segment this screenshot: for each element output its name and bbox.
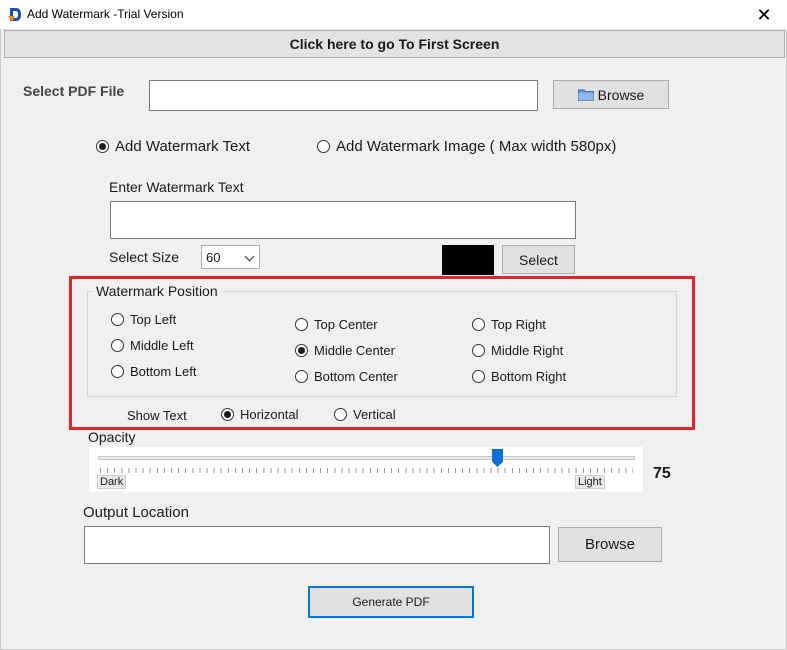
watermark-text-input[interactable] — [110, 201, 576, 239]
radio-dot — [96, 140, 109, 153]
horizontal-radio[interactable]: Horizontal — [221, 407, 299, 422]
slider-track — [98, 456, 635, 460]
radio-dot — [317, 140, 330, 153]
position-bottom-left-radio[interactable]: Bottom Left — [111, 364, 196, 379]
position-option-label: Top Center — [314, 317, 378, 332]
position-option-label: Top Left — [130, 312, 177, 327]
radio-dot — [472, 344, 485, 357]
output-browse-button[interactable]: Browse — [558, 527, 662, 562]
vertical-label: Vertical — [353, 407, 396, 422]
position-option-label: Middle Right — [491, 343, 564, 358]
color-swatch[interactable] — [442, 245, 494, 275]
radio-dot — [334, 408, 347, 421]
radio-dot — [472, 318, 485, 331]
position-bottom-right-radio[interactable]: Bottom Right — [472, 369, 566, 384]
position-middle-left-radio[interactable]: Middle Left — [111, 338, 194, 353]
position-option-label: Middle Left — [130, 338, 194, 353]
folder-icon — [577, 89, 594, 101]
position-bottom-center-radio[interactable]: Bottom Center — [295, 369, 398, 384]
dark-label: Dark — [97, 475, 127, 489]
pdf-path-input[interactable] — [149, 80, 538, 111]
pdf-browse-label: Browse — [597, 86, 645, 103]
vertical-radio[interactable]: Vertical — [334, 407, 396, 422]
main-window: Click here to go To First Screen Select … — [0, 30, 787, 650]
close-button[interactable]: ✕ — [741, 0, 787, 30]
position-option-label: Bottom Right — [491, 369, 567, 384]
slider-ticks — [100, 468, 633, 473]
watermark-position-title: Watermark Position — [93, 283, 221, 299]
chevron-down-icon — [244, 251, 255, 262]
output-location-label: Output Location — [83, 504, 189, 521]
generate-pdf-button[interactable]: Generate PDF — [308, 586, 474, 618]
size-select-value: 60 — [206, 249, 221, 265]
radio-dot — [111, 339, 124, 352]
radio-dot — [295, 370, 308, 383]
opacity-value: 75 — [653, 465, 671, 482]
select-color-button[interactable]: Select — [502, 245, 575, 274]
horizontal-label: Horizontal — [240, 407, 299, 422]
radio-dot — [111, 313, 124, 326]
radio-dot — [111, 365, 124, 378]
position-option-label: Top Right — [491, 317, 546, 332]
position-option-label: Middle Center — [314, 343, 395, 358]
title-bar: Add Watermark -Trial Version ✕ — [0, 0, 787, 30]
show-text-label: Show Text — [127, 408, 187, 423]
add-watermark-image-label: Add Watermark Image ( Max width 580px) — [336, 138, 617, 155]
app-logo-icon — [8, 8, 21, 22]
close-icon: ✕ — [756, 4, 772, 25]
radio-dot — [295, 318, 308, 331]
window-title: Add Watermark -Trial Version — [27, 7, 184, 21]
opacity-label: Opacity — [88, 429, 136, 445]
position-top-center-radio[interactable]: Top Center — [295, 317, 378, 332]
add-watermark-text-radio[interactable]: Add Watermark Text — [96, 138, 250, 155]
output-path-input[interactable] — [84, 526, 550, 564]
size-select[interactable]: 60 — [201, 245, 260, 269]
watermark-text-label: Enter Watermark Text — [109, 179, 244, 195]
position-top-right-radio[interactable]: Top Right — [472, 317, 546, 332]
position-option-label: Bottom Left — [130, 364, 197, 379]
position-middle-right-radio[interactable]: Middle Right — [472, 343, 563, 358]
add-watermark-image-radio[interactable]: Add Watermark Image ( Max width 580px) — [317, 138, 616, 155]
radio-dot — [472, 370, 485, 383]
radio-dot — [295, 344, 308, 357]
radio-dot — [221, 408, 234, 421]
pdf-browse-button[interactable]: Browse — [553, 80, 669, 109]
select-size-label: Select Size — [109, 249, 180, 265]
first-screen-button[interactable]: Click here to go To First Screen — [4, 30, 785, 58]
position-middle-center-radio[interactable]: Middle Center — [295, 343, 395, 358]
position-top-left-radio[interactable]: Top Left — [111, 312, 176, 327]
add-watermark-text-label: Add Watermark Text — [115, 138, 251, 155]
select-pdf-label: Select PDF File — [23, 83, 125, 99]
light-label: Light — [575, 475, 605, 489]
position-option-label: Bottom Center — [314, 369, 398, 384]
